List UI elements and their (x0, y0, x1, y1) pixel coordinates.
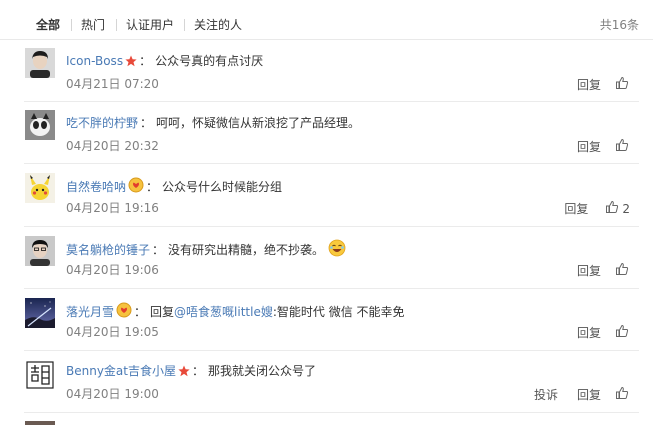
comment-time: 04月20日 20:32 (66, 139, 159, 153)
verified-star-icon (125, 55, 137, 71)
avatar[interactable] (25, 360, 55, 390)
divider (24, 101, 639, 102)
username[interactable]: Icon-Boss (66, 54, 123, 68)
reply-prefix: 回复 (150, 305, 175, 319)
thumbs-up-icon (615, 76, 629, 93)
thumbs-up-icon (615, 138, 629, 155)
report-button[interactable]: 投诉 (534, 388, 558, 402)
reply-button[interactable]: 回复 (577, 264, 601, 278)
reply-button[interactable]: 回复 (577, 388, 601, 402)
reply-button[interactable]: 回复 (577, 326, 601, 340)
comment-time: 04月20日 19:06 (66, 263, 159, 277)
avatar[interactable] (25, 236, 55, 266)
divider (24, 412, 639, 413)
username[interactable]: 吃不胖的柠野 (66, 116, 138, 130)
avatar[interactable] (25, 298, 55, 328)
laughing-emoji-icon (328, 239, 346, 257)
reply-button[interactable]: 回复 (577, 140, 601, 154)
username[interactable]: Benny金at吉食小屋 (66, 364, 176, 378)
avatar[interactable] (25, 48, 55, 78)
username[interactable]: 自然卷哈呐 (66, 180, 126, 194)
tab-divider (184, 19, 185, 31)
thumbs-up-icon (615, 324, 629, 341)
thumbs-up-icon (615, 262, 629, 279)
like-button[interactable] (615, 138, 629, 155)
tab-all[interactable]: 全部 (36, 18, 60, 32)
tab-following[interactable]: 关注的人 (194, 18, 242, 32)
comment-time: 04月20日 19:16 (66, 201, 159, 215)
verified-star-icon (178, 365, 190, 381)
divider (24, 226, 639, 227)
comment-filter-tabs: 全部 热门 认证用户 关注的人 共16条 (0, 0, 653, 40)
like-button[interactable] (615, 386, 629, 403)
username[interactable]: 莫名躺枪的锤子 (66, 243, 150, 257)
like-button[interactable] (615, 324, 629, 341)
comment-time: 04月21日 07:20 (66, 77, 159, 91)
comment-time: 04月20日 19:05 (66, 325, 159, 339)
reply-button[interactable]: 回复 (577, 78, 601, 92)
like-button[interactable] (615, 262, 629, 279)
comment-time: 04月20日 19:00 (66, 387, 159, 401)
reply-button[interactable]: 回复 (564, 202, 588, 216)
thumbs-up-icon (615, 386, 629, 403)
comment-text: 呵呵，怀疑微信从新浪挖了产品经理。 (156, 116, 361, 130)
comment-text: 那我就关闭公众号了 (208, 364, 317, 378)
thumbs-up-icon (605, 200, 619, 217)
comment-text: 公众号真的有点讨厌 (155, 54, 264, 68)
divider (24, 288, 639, 289)
divider (24, 350, 639, 351)
tab-divider (116, 19, 117, 31)
member-badge-icon (128, 177, 144, 197)
username[interactable]: 落光月雪 (66, 305, 114, 319)
like-button[interactable] (615, 76, 629, 93)
avatar[interactable] (25, 173, 55, 203)
comment-text: 没有研究出精髓，绝不抄袭。 (168, 243, 325, 257)
divider (24, 163, 639, 164)
comment-count: 共16条 (599, 18, 639, 32)
like-count: 2 (622, 201, 630, 216)
mention-link[interactable]: @唔食葱嘅little嫂 (174, 305, 273, 319)
avatar[interactable] (25, 421, 55, 425)
comment-text: :智能时代 微信 不能幸免 (272, 305, 405, 319)
tab-hot[interactable]: 热门 (81, 18, 105, 32)
member-badge-icon (116, 302, 132, 322)
tab-verified-users[interactable]: 认证用户 (126, 18, 174, 32)
avatar[interactable] (25, 110, 55, 140)
tab-divider (71, 19, 72, 31)
like-button[interactable]: 2 (605, 200, 630, 217)
comment-text: 公众号什么时候能分组 (162, 180, 283, 194)
